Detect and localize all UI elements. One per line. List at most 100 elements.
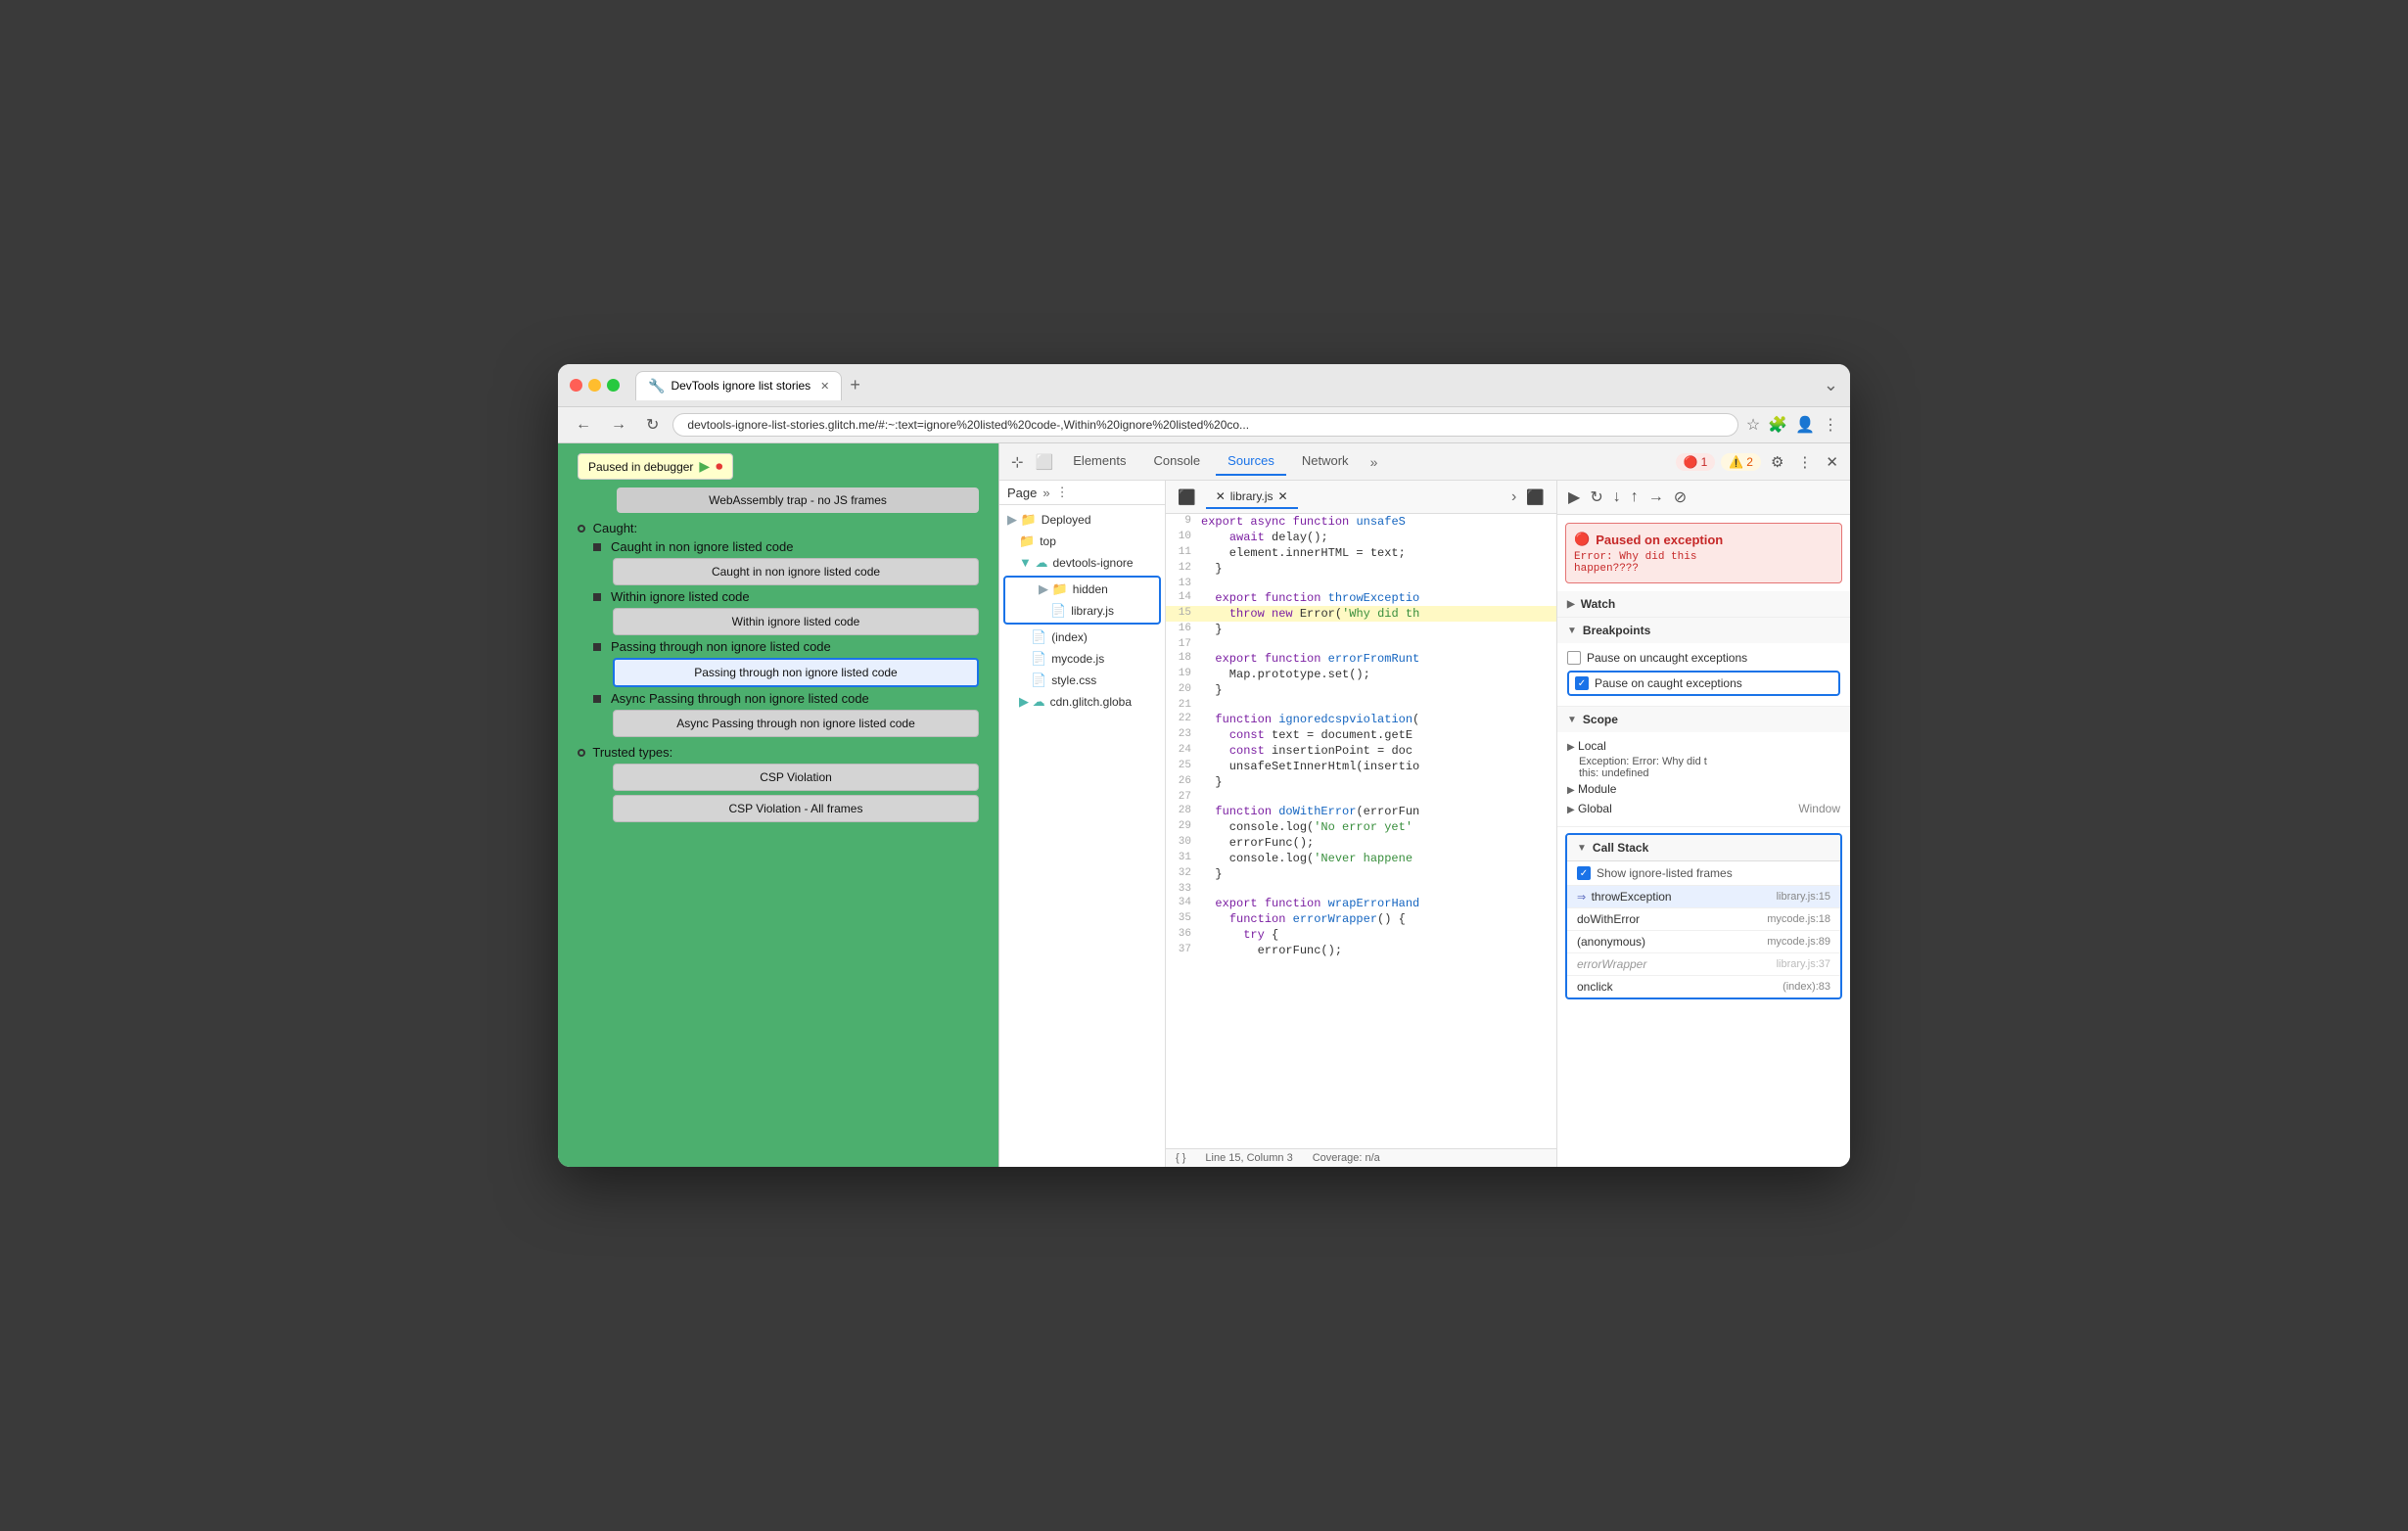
resume-icon[interactable]: ▶ — [699, 458, 710, 475]
call-stack-header[interactable]: ▼ Call Stack — [1567, 835, 1840, 861]
sidebar-menu-btn[interactable]: ⋮ — [1056, 485, 1069, 500]
close-devtools-btn[interactable]: ✕ — [1822, 449, 1842, 475]
page-label: Page — [1007, 486, 1037, 500]
devtools-more-tabs[interactable]: » — [1365, 450, 1384, 474]
navigator-btn[interactable]: ⬛ — [1522, 485, 1549, 510]
device-toolbar-btn[interactable]: ⬜ — [1032, 449, 1058, 475]
breakpoints-content: Pause on uncaught exceptions ✓ Pause on … — [1557, 643, 1850, 706]
deactivate-breakpoints-btn[interactable]: ⊘ — [1671, 485, 1690, 510]
call-stack-frame-0[interactable]: ⇒ throwException library.js:15 — [1567, 886, 1840, 908]
record-icon[interactable]: ⏺ — [716, 458, 722, 475]
item-2-label: Passing through non ignore listed code — [593, 639, 979, 654]
file-item-index[interactable]: 📄 (index) — [999, 626, 1165, 648]
tab-title: DevTools ignore list stories — [671, 379, 810, 393]
code-line-19: 19 Map.prototype.set(); — [1166, 667, 1556, 682]
step-btn[interactable]: → — [1645, 486, 1667, 509]
show-ignored-checkbox[interactable]: ✓ — [1577, 866, 1591, 880]
file-item-mycode[interactable]: 📄 mycode.js — [999, 648, 1165, 670]
cursor-pos: { } — [1176, 1152, 1185, 1164]
devtools-main: Page » ⋮ ▶ 📁 Deployed 📁 top — [999, 481, 1850, 1167]
tab-sources[interactable]: Sources — [1216, 447, 1286, 476]
webassembly-box: WebAssembly trap - no JS frames — [617, 487, 979, 513]
js-icon-library: 📄 — [1050, 603, 1066, 619]
call-stack-frame-1[interactable]: doWithError mycode.js:18 — [1567, 908, 1840, 931]
scope-header[interactable]: ▼ Scope — [1557, 707, 1850, 732]
browser-content: Paused in debugger ▶ ⏺ WebAssembly trap … — [558, 443, 1850, 1167]
caught-bullet — [578, 525, 585, 533]
trusted-btn-1[interactable]: CSP Violation - All frames — [613, 795, 979, 822]
file-item-devtools[interactable]: ▼ ☁ devtools-ignore — [999, 552, 1165, 574]
file-item-libraryjs[interactable]: 📄 library.js — [1007, 600, 1157, 622]
file-item-cdn[interactable]: ▶ ☁ cdn.glitch.globa — [999, 691, 1165, 713]
watch-header[interactable]: ▶ Watch — [1557, 591, 1850, 617]
story-btn-2[interactable]: Passing through non ignore listed code — [613, 658, 979, 687]
trusted-items: CSP Violation CSP Violation - All frames — [593, 764, 979, 822]
cloud-icon-devtools: ▼ ☁ — [1019, 555, 1047, 571]
maximize-button[interactable] — [607, 379, 620, 392]
exception-panel: 🔴 Paused on exception Error: Why did thi… — [1565, 523, 1842, 583]
exception-title: 🔴 Paused on exception — [1574, 532, 1833, 547]
editor-more[interactable]: › — [1511, 488, 1516, 506]
code-line-9: 9 export async function unsafeS — [1166, 514, 1556, 530]
resume-btn[interactable]: ▶ — [1565, 485, 1583, 510]
watch-chevron: ▶ — [1567, 599, 1575, 610]
code-area[interactable]: 9 export async function unsafeS 10 await… — [1166, 514, 1556, 1148]
tab-console[interactable]: Console — [1141, 447, 1212, 476]
file-item-deployed[interactable]: ▶ 📁 Deployed — [999, 509, 1165, 531]
step-into-btn[interactable]: ↓ — [1610, 486, 1624, 509]
call-stack-frame-2[interactable]: (anonymous) mycode.js:89 — [1567, 931, 1840, 953]
more-options-btn[interactable]: ⋮ — [1793, 449, 1816, 475]
step-out-btn[interactable]: ↑ — [1628, 486, 1642, 509]
address-input[interactable] — [672, 413, 1737, 437]
browser-tab[interactable]: 🔧 DevTools ignore list stories ✕ — [635, 371, 842, 400]
bullet-1 — [593, 593, 601, 601]
bookmark-icon[interactable]: ☆ — [1746, 415, 1760, 435]
minimize-button[interactable] — [588, 379, 601, 392]
exception-error-icon: 🔴 — [1574, 532, 1590, 547]
arrow-icon: ⇒ — [1577, 892, 1586, 904]
sidebar-more-btn[interactable]: » — [1042, 486, 1049, 500]
editor-tab-library[interactable]: ✕ library.js ✕ — [1206, 486, 1298, 509]
extensions-icon[interactable]: 🧩 — [1768, 415, 1787, 435]
coverage-status: Coverage: n/a — [1313, 1152, 1380, 1164]
code-line-29: 29 console.log('No error yet' — [1166, 819, 1556, 835]
tab-network[interactable]: Network — [1290, 447, 1361, 476]
close-button[interactable] — [570, 379, 582, 392]
reload-button[interactable]: ↻ — [640, 413, 665, 437]
menu-icon[interactable]: ⋮ — [1823, 415, 1838, 435]
tab-close-button[interactable]: ✕ — [820, 380, 829, 393]
step-over-btn[interactable]: ↻ — [1587, 485, 1605, 510]
inspect-element-btn[interactable]: ⊹ — [1007, 449, 1028, 475]
close-tab-icon[interactable]: ✕ — [1278, 489, 1288, 503]
new-tab-button[interactable]: + — [846, 371, 864, 399]
code-line-13: 13 — [1166, 577, 1556, 590]
call-stack-frame-3[interactable]: errorWrapper library.js:37 — [1567, 953, 1840, 976]
settings-btn[interactable]: ⚙ — [1767, 449, 1787, 475]
file-item-stylecss[interactable]: 📄 style.css — [999, 670, 1165, 691]
browser-window: 🔧 DevTools ignore list stories ✕ + ⌄ ← →… — [558, 364, 1850, 1167]
code-line-21: 21 — [1166, 698, 1556, 712]
code-line-23: 23 const text = document.getE — [1166, 727, 1556, 743]
story-btn-3[interactable]: Async Passing through non ignore listed … — [613, 710, 979, 737]
pause-caught-checkbox[interactable]: ✓ — [1575, 676, 1589, 690]
profile-icon[interactable]: 👤 — [1795, 415, 1815, 435]
pause-uncaught-checkbox[interactable] — [1567, 651, 1581, 665]
toggle-sidebar-btn[interactable]: ⬛ — [1174, 485, 1200, 510]
items-list: Caught in non ignore listed code Caught … — [593, 539, 979, 737]
bullet-0 — [593, 543, 601, 551]
call-stack-frame-4[interactable]: onclick (index):83 — [1567, 976, 1840, 997]
scope-chevron: ▼ — [1567, 715, 1577, 725]
story-btn-0[interactable]: Caught in non ignore listed code — [613, 558, 979, 585]
tab-elements[interactable]: Elements — [1061, 447, 1137, 476]
story-btn-1[interactable]: Within ignore listed code — [613, 608, 979, 635]
right-panel: ▶ ↻ ↓ ↑ → ⊘ 🔴 Paused on exception — [1556, 481, 1850, 1167]
back-button[interactable]: ← — [570, 414, 597, 436]
file-item-top[interactable]: 📁 top — [999, 531, 1165, 552]
code-line-22: 22 function ignoredcspviolation( — [1166, 712, 1556, 727]
item-1-label: Within ignore listed code — [593, 589, 979, 604]
highlighted-folder-group: ▶ 📁 hidden 📄 library.js — [1003, 576, 1161, 625]
trusted-btn-0[interactable]: CSP Violation — [613, 764, 979, 791]
file-item-hidden[interactable]: ▶ 📁 hidden — [1007, 579, 1157, 600]
forward-button[interactable]: → — [605, 414, 632, 436]
breakpoints-header[interactable]: ▼ Breakpoints — [1557, 618, 1850, 643]
